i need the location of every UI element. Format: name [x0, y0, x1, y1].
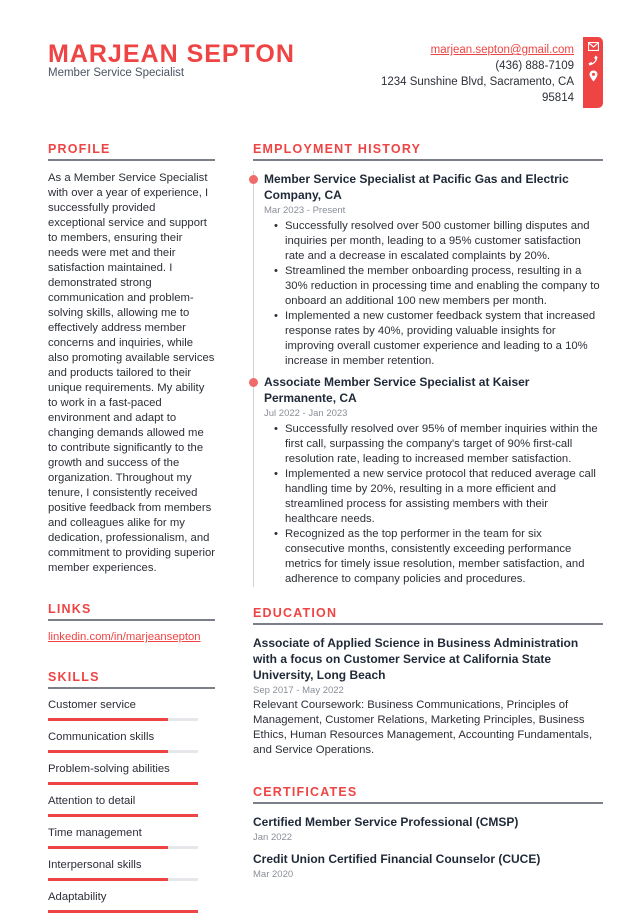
job-entry: Member Service Specialist at Pacific Gas…: [249, 171, 603, 369]
skills-list: Customer service Communication skills Pr…: [48, 698, 215, 913]
skill-level-fill: [48, 846, 168, 849]
skill-level-bar: [48, 814, 198, 817]
contact-info: marjean.septon@gmail.com (436) 888-7109 …: [374, 42, 574, 106]
skill-level-bar: [48, 718, 198, 721]
timeline-dot-icon: [249, 378, 258, 387]
job-title: Associate Member Service Specialist at K…: [264, 375, 530, 405]
skill-item: Attention to detail: [48, 794, 215, 817]
profile-text: As a Member Service Specialist with over…: [48, 172, 216, 574]
education-heading: EDUCATION: [253, 606, 603, 625]
certificate-entry: Certified Member Service Professional (C…: [253, 814, 603, 844]
skill-level-bar: [48, 878, 198, 881]
job-bullet: Successfully resolved over 95% of member…: [274, 422, 603, 467]
skill-name: Interpersonal skills: [48, 859, 142, 871]
job-date: Mar 2023 - Present: [264, 205, 346, 216]
profile-heading: PROFILE: [48, 142, 215, 161]
certificate-date: Jan 2022: [253, 832, 293, 843]
skill-name: Problem-solving abilities: [48, 763, 170, 775]
email-link[interactable]: marjean.septon@gmail.com: [431, 44, 574, 56]
skill-name: Communication skills: [48, 731, 155, 743]
certificates-heading: CERTIFICATES: [253, 785, 603, 804]
skill-item: Adaptability: [48, 890, 215, 913]
skill-name: Time management: [48, 827, 142, 839]
links-heading: LINKS: [48, 602, 215, 621]
skill-item: Customer service: [48, 698, 215, 721]
skill-name: Customer service: [48, 699, 136, 711]
address-line-1: 1234 Sunshine Blvd, Sacramento, CA: [380, 76, 574, 88]
links-section: LINKS linkedin.com/in/marjeansepton: [48, 602, 215, 643]
address-line-2: 95814: [542, 92, 574, 104]
skill-level-fill: [48, 814, 198, 817]
job-bullets: Successfully resolved over 500 customer …: [264, 219, 603, 369]
linkedin-link[interactable]: linkedin.com/in/marjeansepton: [48, 631, 201, 643]
contact-icon-bar: [583, 37, 603, 108]
certificates-section: CERTIFICATES Certified Member Service Pr…: [253, 785, 603, 881]
education-title: Associate of Applied Science in Business…: [253, 636, 579, 682]
skill-level-fill: [48, 718, 168, 721]
skill-level-bar: [48, 782, 198, 785]
employment-timeline: Member Service Specialist at Pacific Gas…: [249, 171, 603, 587]
certificate-entry: Credit Union Certified Financial Counsel…: [253, 851, 603, 881]
job-bullet: Successfully resolved over 500 customer …: [274, 219, 603, 264]
left-column: PROFILE As a Member Service Specialist w…: [48, 142, 215, 913]
map-pin-icon: [589, 70, 598, 82]
job-bullet: Streamlined the member onboarding proces…: [274, 264, 603, 309]
job-date: Jul 2022 - Jan 2023: [264, 408, 348, 419]
candidate-title: Member Service Specialist: [48, 67, 185, 79]
education-date: Sep 2017 - May 2022: [253, 685, 344, 696]
skill-level-bar: [48, 846, 198, 849]
skill-item: Interpersonal skills: [48, 858, 215, 881]
timeline-dot-icon: [249, 175, 258, 184]
job-bullets: Successfully resolved over 95% of member…: [264, 422, 603, 587]
skill-item: Problem-solving abilities: [48, 762, 215, 785]
skills-heading: SKILLS: [48, 670, 215, 689]
skill-level-bar: [48, 750, 198, 753]
phone-number: (436) 888-7109: [495, 60, 574, 72]
skill-item: Communication skills: [48, 730, 215, 753]
skill-name: Attention to detail: [48, 795, 136, 807]
right-column: EMPLOYMENT HISTORY Member Service Specia…: [249, 142, 603, 881]
education-section: EDUCATION Associate of Applied Science i…: [253, 606, 603, 758]
employment-heading: EMPLOYMENT HISTORY: [253, 142, 603, 161]
certificate-date: Mar 2020: [253, 869, 294, 880]
skill-level-fill: [48, 878, 168, 881]
certificate-title: Credit Union Certified Financial Counsel…: [253, 852, 541, 866]
phone-icon: [588, 55, 598, 66]
job-entry: Associate Member Service Specialist at K…: [249, 374, 603, 587]
profile-section: PROFILE As a Member Service Specialist w…: [48, 142, 215, 576]
job-bullet: Recognized as the top performer in the t…: [274, 527, 603, 587]
education-description: Relevant Coursework: Business Communicat…: [253, 699, 593, 756]
skill-level-fill: [48, 750, 168, 753]
skill-item: Time management: [48, 826, 215, 849]
job-bullet: Implemented a new service protocol that …: [274, 467, 603, 527]
skill-name: Adaptability: [48, 891, 107, 903]
envelope-icon: [587, 42, 599, 51]
certificate-title: Certified Member Service Professional (C…: [253, 815, 519, 829]
candidate-name: MARJEAN SEPTON: [48, 40, 295, 68]
job-bullet: Implemented a new customer feedback syst…: [274, 309, 603, 369]
skills-section: SKILLS Customer service Communication sk…: [48, 670, 215, 913]
employment-section: EMPLOYMENT HISTORY Member Service Specia…: [249, 142, 603, 587]
job-title: Member Service Specialist at Pacific Gas…: [264, 172, 569, 202]
skill-level-fill: [48, 782, 198, 785]
